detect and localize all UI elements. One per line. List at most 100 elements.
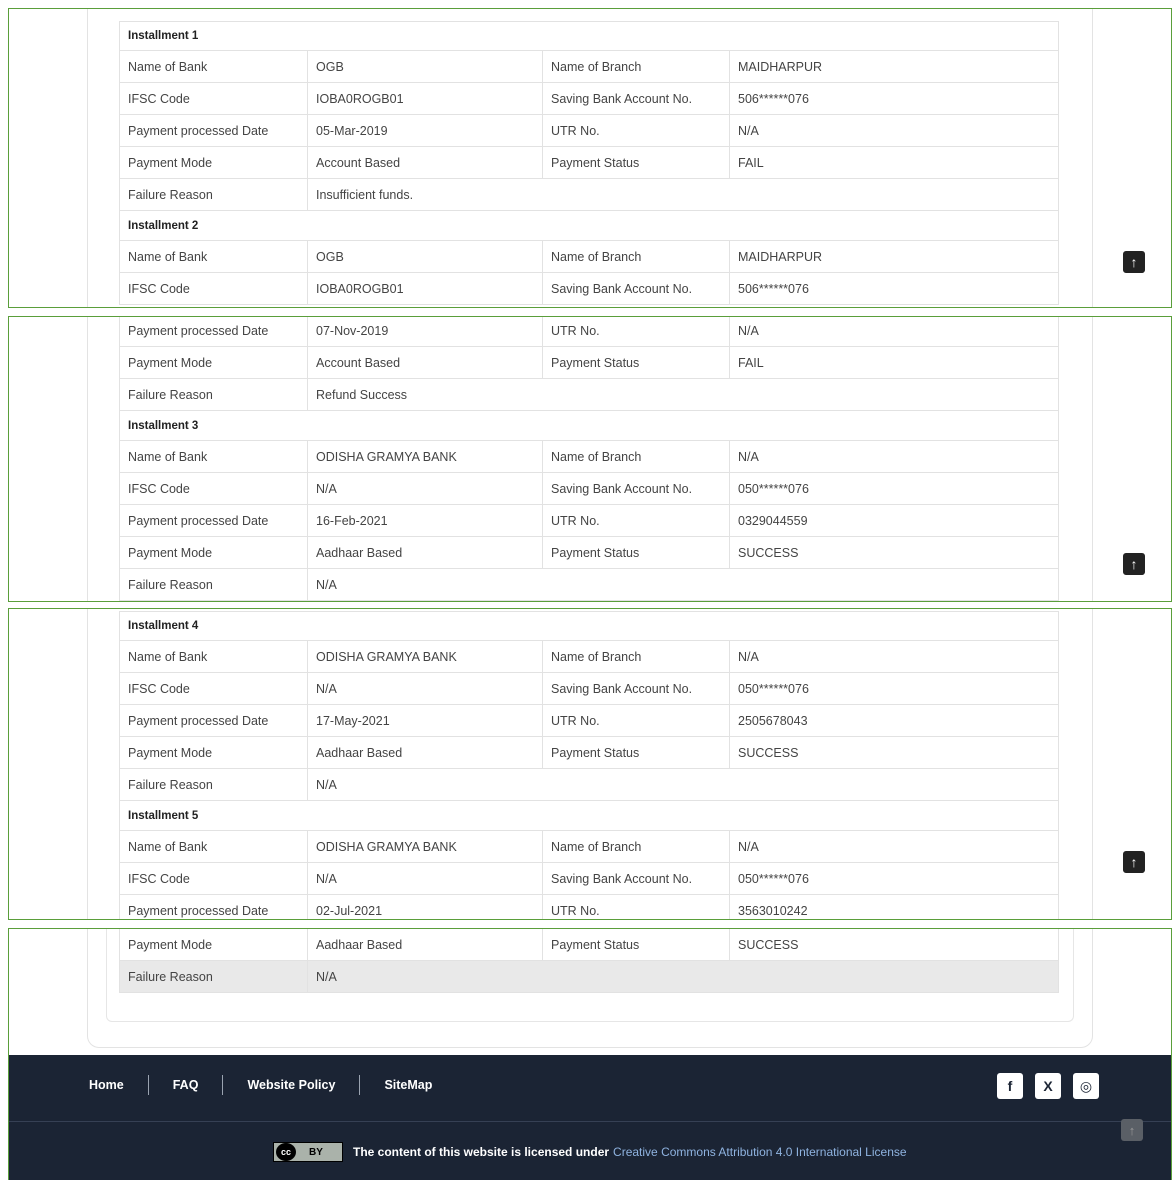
label-cell: Payment Status — [543, 147, 730, 178]
label-cell: Failure Reason — [120, 179, 308, 210]
label-cell: Payment Mode — [120, 929, 308, 960]
value-cell: N/A — [316, 777, 337, 792]
value-cell: N/A — [738, 323, 759, 338]
table-row: Failure Reason N/A — [119, 961, 1059, 993]
cc-by-badge-icon[interactable]: cc BY — [273, 1142, 343, 1162]
value-cell: 050******076 — [738, 481, 809, 496]
screenshot-panel-2: Payment processed Date 07-Nov-2019 UTR N… — [8, 316, 1172, 602]
table-row: IFSC Code IOBA0ROGB01 Saving Bank Accoun… — [119, 83, 1059, 115]
instagram-icon[interactable]: ◎ — [1073, 1073, 1099, 1099]
value-cell: N/A — [308, 673, 543, 704]
scroll-to-top-button[interactable]: ↑ — [1123, 851, 1145, 873]
x-icon[interactable]: X — [1035, 1073, 1061, 1099]
cc-icon: cc — [276, 1143, 296, 1161]
value-cell: 0329044559 — [738, 513, 808, 528]
installment-title: Installment 2 — [128, 219, 199, 232]
footer-link-home[interactable]: Home — [89, 1078, 148, 1092]
value-cell: N/A — [738, 449, 759, 464]
value-cell: 05-Mar-2019 — [308, 115, 543, 146]
value-cell: 050******076 — [738, 681, 809, 696]
label-cell: Name of Branch — [543, 241, 730, 272]
label-cell: Saving Bank Account No. — [543, 83, 730, 114]
label-cell: IFSC Code — [120, 83, 308, 114]
status-value: SUCCESS — [738, 745, 799, 760]
label-cell: UTR No. — [543, 705, 730, 736]
license-text: The content of this website is licensed … — [353, 1145, 610, 1159]
installment-header: Installment 2 — [119, 211, 1059, 241]
label-cell: UTR No. — [543, 505, 730, 536]
social-links: f X ◎ — [997, 1073, 1099, 1099]
label-cell: UTR No. — [543, 317, 730, 346]
table-row: Failure Reason Refund Success — [119, 379, 1059, 411]
value-cell: Refund Success — [316, 387, 408, 402]
value-cell: N/A — [738, 839, 759, 854]
value-cell: N/A — [308, 863, 543, 894]
value-cell: 506******076 — [738, 281, 809, 296]
value-cell: 3563010242 — [738, 903, 808, 918]
by-icon: BY — [309, 1146, 323, 1158]
value-cell: Account Based — [308, 147, 543, 178]
installment-table-segment: Payment processed Date 07-Nov-2019 UTR N… — [119, 317, 1059, 601]
label-cell: Payment Status — [543, 537, 730, 568]
status-value: FAIL — [738, 155, 764, 170]
table-row: Payment processed Date 07-Nov-2019 UTR N… — [119, 317, 1059, 347]
label-cell: Failure Reason — [120, 569, 308, 600]
label-cell: Payment processed Date — [120, 505, 308, 536]
scroll-to-top-button[interactable]: ↑ — [1123, 251, 1145, 273]
installment-table-segment: Payment Mode Aadhaar Based Payment Statu… — [119, 929, 1059, 993]
value-cell: OGB — [308, 241, 543, 272]
value-cell: N/A — [316, 969, 337, 984]
label-cell: Name of Branch — [543, 51, 730, 82]
value-cell: 07-Nov-2019 — [308, 317, 543, 346]
footer-link-website-policy[interactable]: Website Policy — [223, 1078, 359, 1092]
label-cell: Saving Bank Account No. — [543, 673, 730, 704]
value-cell: Aadhaar Based — [308, 737, 543, 768]
scroll-to-top-button[interactable]: ↑ — [1123, 553, 1145, 575]
installment-table-segment: Installment 1 Name of Bank OGB Name of B… — [119, 21, 1059, 305]
scroll-to-top-button[interactable]: ↑ — [1121, 1119, 1143, 1141]
table-row: Payment Mode Account Based Payment Statu… — [119, 347, 1059, 379]
table-row: IFSC Code IOBA0ROGB01 Saving Bank Accoun… — [119, 273, 1059, 305]
footer-link-faq[interactable]: FAQ — [149, 1078, 223, 1092]
table-row: Payment Mode Aadhaar Based Payment Statu… — [119, 929, 1059, 961]
value-cell: 17-May-2021 — [308, 705, 543, 736]
label-cell: Name of Bank — [120, 51, 308, 82]
installment-title: Installment 1 — [128, 30, 199, 42]
label-cell: IFSC Code — [120, 473, 308, 504]
value-cell: 16-Feb-2021 — [308, 505, 543, 536]
value-cell: 050******076 — [738, 871, 809, 886]
table-row: Payment processed Date 05-Mar-2019 UTR N… — [119, 115, 1059, 147]
label-cell: Name of Bank — [120, 241, 308, 272]
facebook-icon[interactable]: f — [997, 1073, 1023, 1099]
label-cell: Failure Reason — [120, 961, 308, 992]
installment-title: Installment 4 — [128, 620, 199, 632]
label-cell: Payment Mode — [120, 737, 308, 768]
table-row: Payment Mode Aadhaar Based Payment Statu… — [119, 537, 1059, 569]
label-cell: Name of Bank — [120, 831, 308, 862]
table-row: Failure Reason N/A — [119, 569, 1059, 601]
label-cell: Failure Reason — [120, 769, 308, 800]
table-row: Payment processed Date 16-Feb-2021 UTR N… — [119, 505, 1059, 537]
label-cell: Name of Branch — [543, 641, 730, 672]
label-cell: Name of Branch — [543, 831, 730, 862]
value-cell: Aadhaar Based — [308, 929, 543, 960]
table-row: Name of Bank ODISHA GRAMYA BANK Name of … — [119, 831, 1059, 863]
value-cell: N/A — [316, 577, 337, 592]
value-cell: ODISHA GRAMYA BANK — [308, 441, 543, 472]
value-cell: ODISHA GRAMYA BANK — [308, 641, 543, 672]
label-cell: Name of Branch — [543, 441, 730, 472]
value-cell: IOBA0ROGB01 — [308, 83, 543, 114]
license-link[interactable]: Creative Commons Attribution 4.0 Interna… — [613, 1145, 907, 1159]
installment-title: Installment 3 — [128, 419, 199, 432]
value-cell: N/A — [738, 123, 759, 138]
installment-header: Installment 3 — [119, 411, 1059, 441]
value-cell: 506******076 — [738, 91, 809, 106]
label-cell: Payment Mode — [120, 537, 308, 568]
divider — [9, 1121, 1171, 1122]
footer-link-sitemap[interactable]: SiteMap — [360, 1078, 456, 1092]
label-cell: Payment Status — [543, 929, 730, 960]
screenshot-panel-1: Installment 1 Name of Bank OGB Name of B… — [8, 8, 1172, 308]
screenshot-panel-3: Installment 4 Name of Bank ODISHA GRAMYA… — [8, 608, 1172, 920]
footer-nav: Home FAQ Website Policy SiteMap — [89, 1075, 456, 1095]
table-row: Payment processed Date 17-May-2021 UTR N… — [119, 705, 1059, 737]
